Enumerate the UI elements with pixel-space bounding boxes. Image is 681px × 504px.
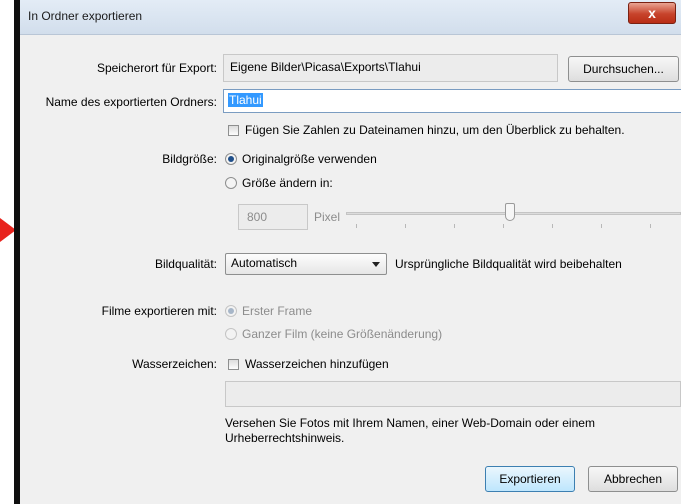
background-strip [0,0,14,504]
watermark-help-line1: Versehen Sie Fotos mit Ihrem Namen, eine… [225,416,595,430]
movies-label: Filme exportieren mit: [101,304,217,318]
size-slider-thumb[interactable] [505,203,516,221]
watermark-help-line2: Urheberrechtshinweis. [225,431,345,445]
add-numbers-checkbox[interactable] [228,125,239,136]
slider-tick [650,224,651,228]
pixel-size-input[interactable]: 800 [238,204,308,230]
folder-name-label: Name des exportierten Ordners: [45,95,217,109]
slider-tick [503,224,504,228]
resize-radio[interactable] [225,177,237,189]
quality-selected-value: Automatisch [231,256,298,270]
watermark-checkbox-label: Wasserzeichen hinzufügen [245,357,389,371]
browse-button[interactable]: Durchsuchen... [568,56,679,82]
pixel-unit-label: Pixel [314,210,341,224]
chevron-down-icon [372,262,380,267]
watermark-text-input[interactable] [225,381,681,407]
location-label: Speicherort für Export: [96,61,217,75]
quality-description: Ursprüngliche Bildqualität wird beibehal… [395,257,622,271]
first-frame-label: Erster Frame [242,304,313,318]
quality-label: Bildqualität: [154,257,217,271]
full-movie-label: Ganzer Film (keine Größenänderung) [242,327,443,341]
image-size-label: Bildgröße: [162,152,217,166]
export-path-value: Eigene Bilder\Picasa\Exports\Tlahui [230,60,421,74]
slider-tick [601,224,602,228]
resize-label: Größe ändern in: [242,176,333,190]
folder-name-input[interactable]: Tlahui [223,89,681,113]
folder-name-value: Tlahui [228,93,263,107]
slider-tick [552,224,553,228]
slider-tick [405,224,406,228]
watermark-label: Wasserzeichen: [132,357,217,371]
dialog-title: In Ordner exportieren [28,9,143,23]
title-bar: In Ordner exportieren x [20,0,681,35]
export-dialog: In Ordner exportieren x Speicherort für … [14,0,681,504]
slider-tick [356,224,357,228]
close-button[interactable]: x [628,2,676,24]
export-button[interactable]: Exportieren [485,466,575,492]
original-size-radio[interactable] [225,153,237,165]
pixel-size-value: 800 [247,210,268,224]
add-numbers-label: Fügen Sie Zahlen zu Dateinamen hinzu, um… [245,123,625,137]
slider-tick [454,224,455,228]
export-path-field: Eigene Bilder\Picasa\Exports\Tlahui [223,54,558,82]
first-frame-radio[interactable] [225,305,237,317]
quality-dropdown[interactable]: Automatisch [225,253,387,275]
watermark-checkbox[interactable] [228,359,239,370]
cancel-button[interactable]: Abbrechen [588,466,678,492]
original-size-label: Originalgröße verwenden [242,152,377,166]
full-movie-radio[interactable] [225,328,237,340]
